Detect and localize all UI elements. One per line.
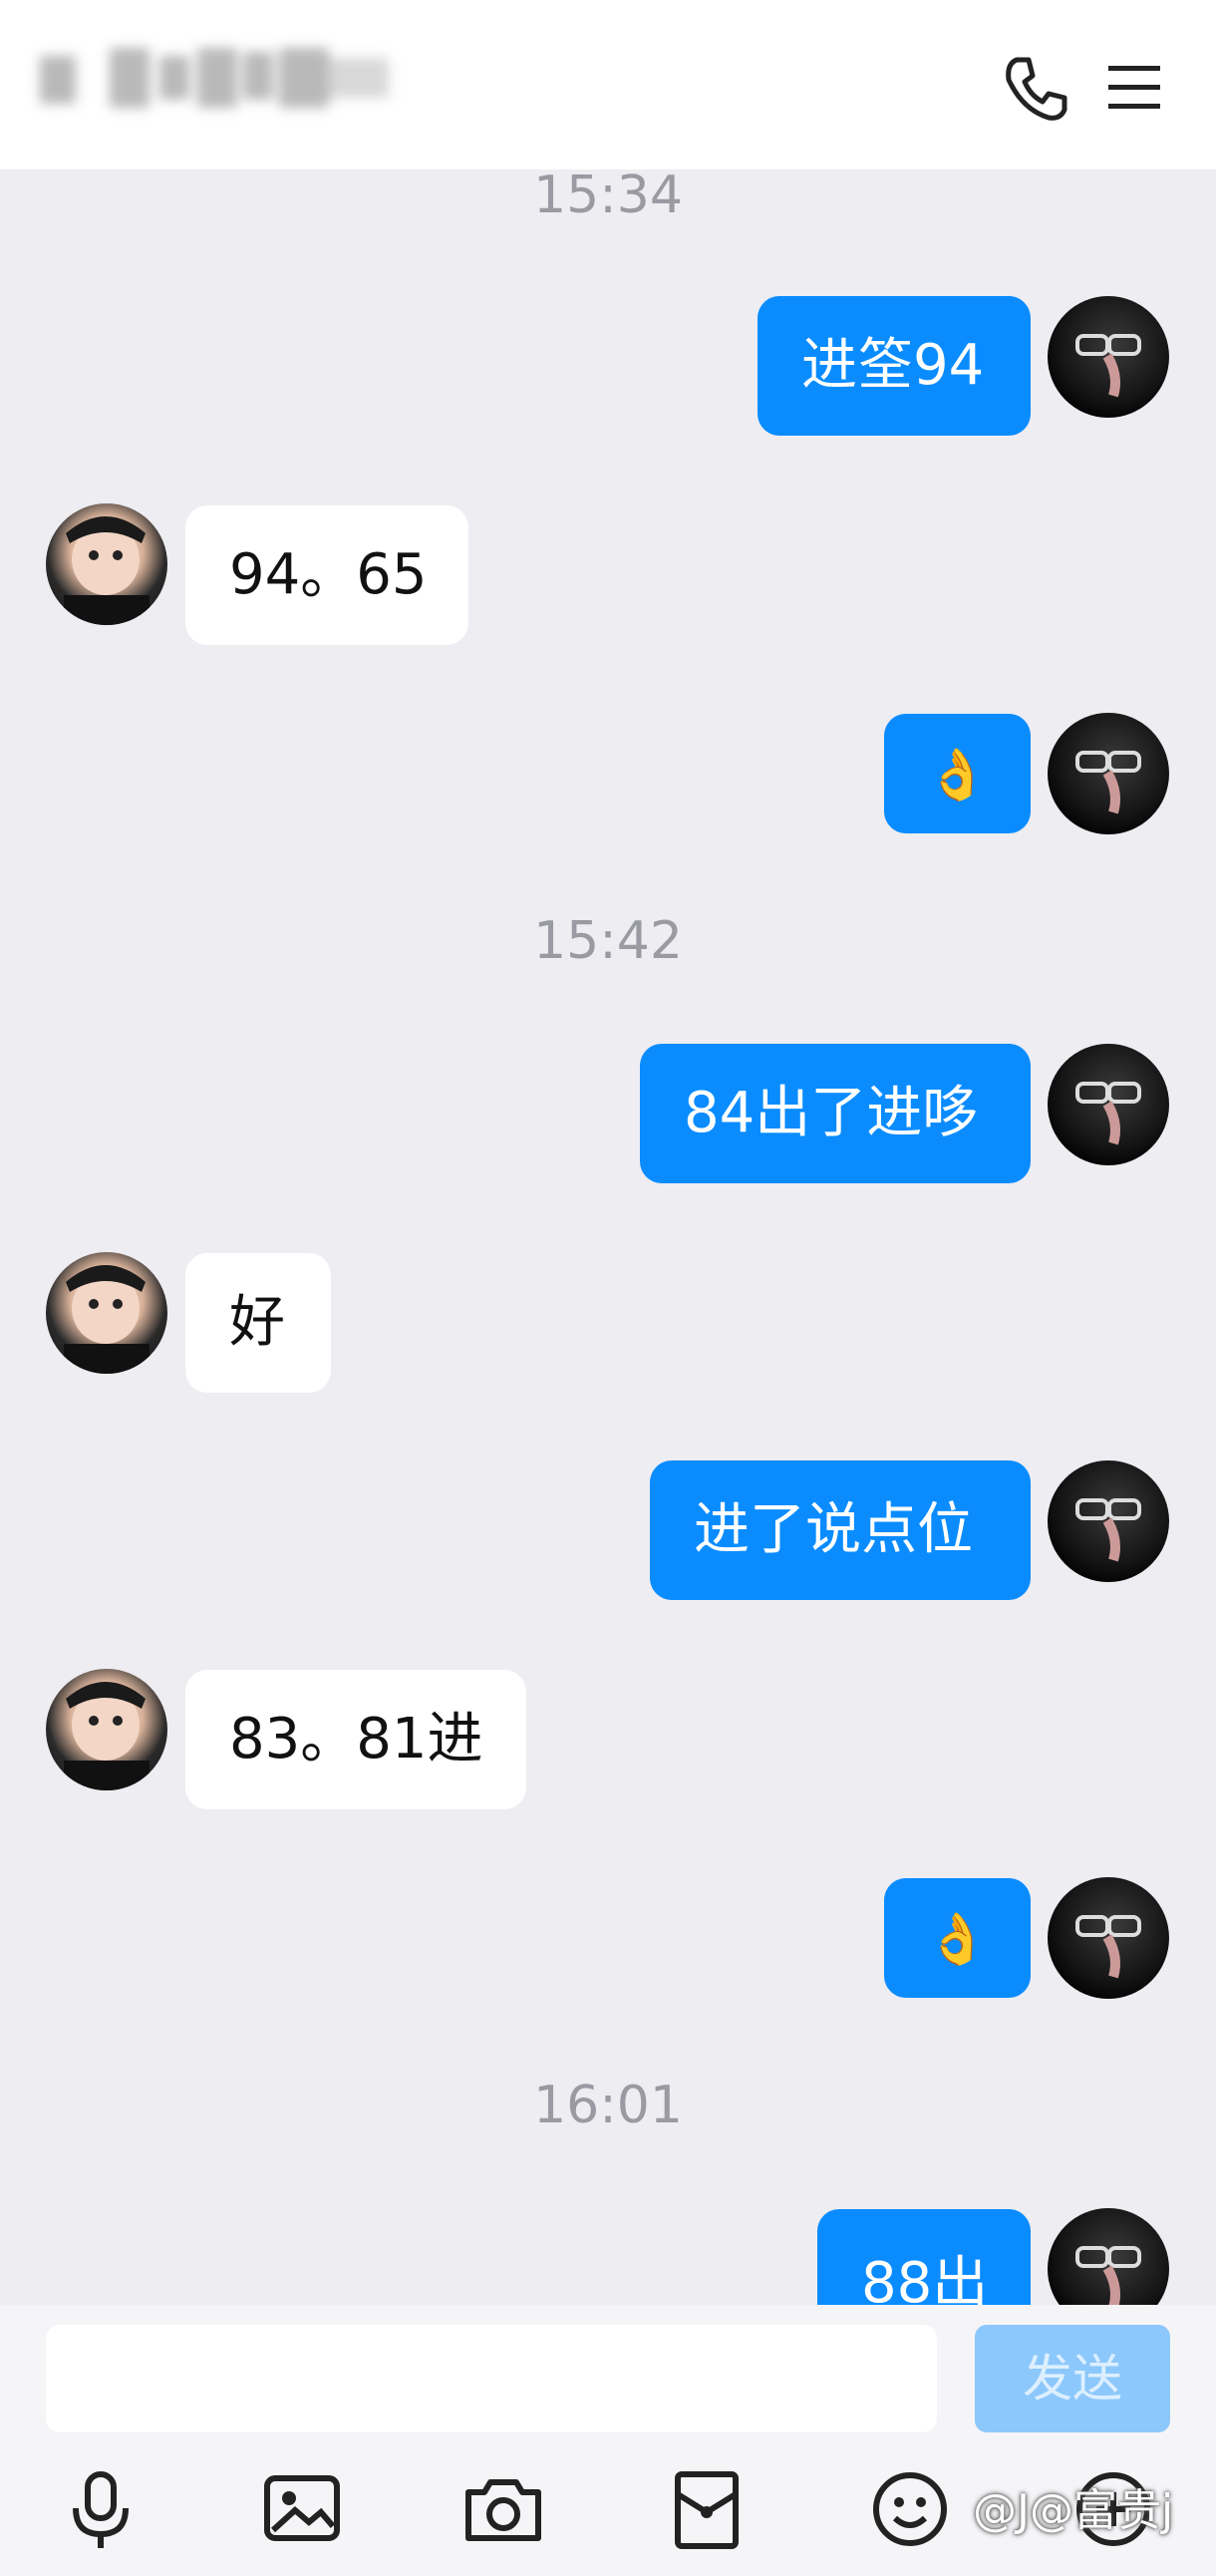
outgoing-message[interactable]: 进了说点位 <box>650 1460 1031 1600</box>
red-packet-icon[interactable] <box>662 2464 752 2554</box>
phone-icon[interactable] <box>999 50 1074 126</box>
timestamp: 15:42 <box>533 911 683 971</box>
chat-header <box>0 0 1216 169</box>
incoming-message[interactable]: 94。65 <box>185 505 468 645</box>
avatar[interactable] <box>1048 713 1169 834</box>
incoming-message[interactable]: 好 <box>185 1253 331 1393</box>
avatar[interactable] <box>46 1669 167 1790</box>
camera-icon[interactable] <box>458 2464 548 2554</box>
contact-name-blurred <box>30 38 588 128</box>
incoming-message[interactable]: 83。81进 <box>185 1670 526 1809</box>
timestamp: 15:34 <box>533 165 683 225</box>
outgoing-message[interactable]: 👌 <box>884 714 1031 833</box>
avatar[interactable] <box>1048 296 1169 418</box>
message-input[interactable] <box>46 2325 937 2432</box>
timestamp: 16:01 <box>533 2076 683 2135</box>
avatar[interactable] <box>1048 1460 1169 1582</box>
send-button[interactable]: 发送 <box>975 2325 1170 2432</box>
outgoing-message[interactable]: 进筌94 <box>758 296 1031 436</box>
watermark: @J@富贵j <box>973 2485 1174 2536</box>
ok-hand-emoji: 👌 <box>926 1910 989 1968</box>
outgoing-message[interactable]: 👌 <box>884 1878 1031 1998</box>
emoji-icon[interactable] <box>865 2464 955 2554</box>
avatar[interactable] <box>1048 1044 1169 1165</box>
outgoing-message[interactable]: 84出了进哆 <box>640 1044 1031 1183</box>
avatar[interactable] <box>46 503 167 625</box>
avatar[interactable] <box>46 1252 167 1374</box>
image-icon[interactable] <box>257 2464 347 2554</box>
ok-hand-emoji: 👌 <box>926 746 989 804</box>
menu-icon[interactable] <box>1096 50 1172 126</box>
microphone-icon[interactable] <box>56 2464 146 2554</box>
avatar[interactable] <box>1048 1877 1169 1999</box>
